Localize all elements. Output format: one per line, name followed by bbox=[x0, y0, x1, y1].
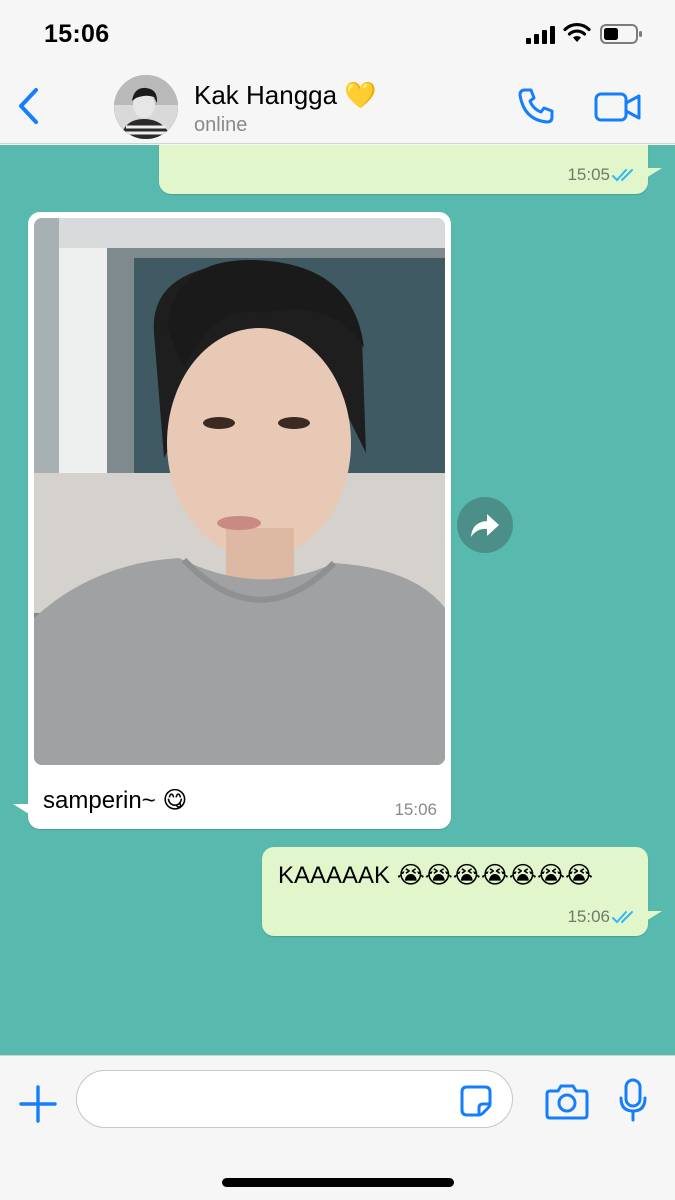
contact-name[interactable]: Kak Hangga 💛 bbox=[194, 80, 377, 111]
bubble-tail bbox=[646, 168, 662, 178]
contact-status: online bbox=[194, 114, 248, 136]
message-input[interactable] bbox=[76, 1070, 513, 1128]
battery-icon bbox=[600, 24, 642, 44]
message-time: 15:05 bbox=[567, 165, 610, 184]
phone-icon[interactable] bbox=[516, 86, 556, 126]
camera-icon[interactable] bbox=[545, 1082, 589, 1120]
contact-avatar[interactable] bbox=[114, 75, 178, 139]
message-time: 15:06 bbox=[394, 800, 437, 819]
message-photo[interactable] bbox=[34, 218, 445, 765]
microphone-icon[interactable] bbox=[618, 1078, 648, 1122]
forward-button[interactable] bbox=[457, 497, 513, 553]
wifi-icon bbox=[563, 22, 591, 42]
status-bar: 15:06 bbox=[0, 0, 675, 70]
signal-icon bbox=[526, 26, 555, 44]
video-camera-icon[interactable] bbox=[594, 90, 642, 124]
chat-area[interactable]: 15:05 samperin~ 😋 15:06 KAAAAAK 😭😭😭😭😭😭😭 … bbox=[0, 145, 675, 1055]
read-ticks-icon bbox=[612, 169, 633, 182]
home-indicator bbox=[222, 1178, 454, 1187]
sticker-icon[interactable] bbox=[459, 1084, 493, 1118]
incoming-photo-message[interactable]: samperin~ 😋 15:06 bbox=[28, 212, 451, 829]
message-text: KAAAAAK 😭😭😭😭😭😭😭 bbox=[278, 862, 594, 889]
plus-icon[interactable] bbox=[18, 1084, 58, 1124]
outgoing-message[interactable]: 15:05 bbox=[159, 145, 648, 194]
status-time: 15:06 bbox=[44, 20, 110, 48]
photo-caption: samperin~ 😋 bbox=[43, 787, 188, 814]
input-bar bbox=[0, 1055, 675, 1200]
forward-arrow-icon bbox=[471, 514, 499, 537]
outgoing-message[interactable]: KAAAAAK 😭😭😭😭😭😭😭 15:06 bbox=[262, 847, 648, 936]
back-chevron-icon[interactable] bbox=[14, 86, 44, 126]
bubble-tail bbox=[13, 804, 29, 814]
bubble-tail bbox=[646, 911, 662, 921]
message-time: 15:06 bbox=[567, 907, 610, 926]
read-ticks-icon bbox=[612, 911, 633, 924]
chat-header: Kak Hangga 💛 online bbox=[0, 70, 675, 144]
